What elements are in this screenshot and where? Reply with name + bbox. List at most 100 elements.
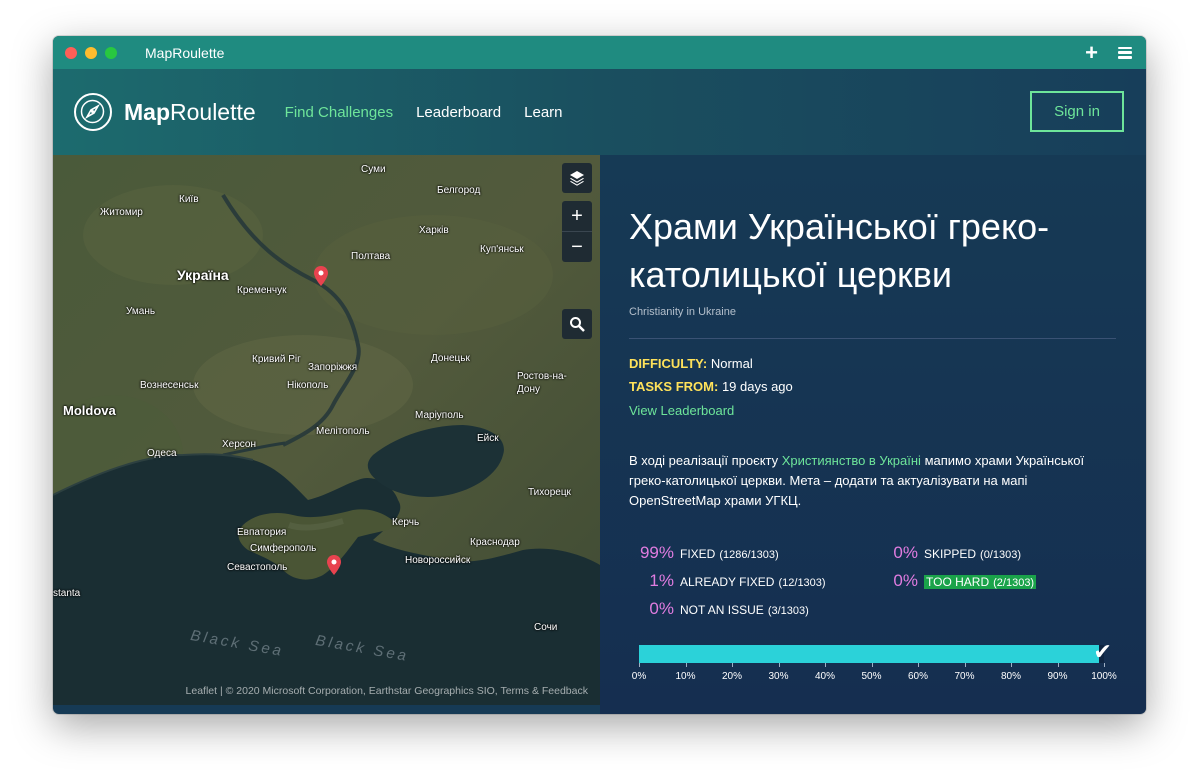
progress-tick xyxy=(1011,663,1012,667)
progress-tick-label: 60% xyxy=(907,671,929,682)
map-label: Сочи xyxy=(534,622,558,633)
brand-logo[interactable]: MapRoulette xyxy=(74,93,256,131)
progress-tick-label: 70% xyxy=(954,671,975,682)
map-label: Кременчук xyxy=(237,285,287,296)
map-label: Суми xyxy=(361,164,386,175)
challenge-title: Храми Української греко-католицької церк… xyxy=(629,206,1050,295)
close-window-button[interactable] xyxy=(65,46,77,59)
difficulty-label: DIFFICULTY: xyxy=(629,356,708,371)
map-label: Нікополь xyxy=(287,380,329,391)
map-label: Евпатория xyxy=(237,527,287,538)
progress-tick-label: 40% xyxy=(814,671,836,682)
progress-tick xyxy=(1104,663,1105,667)
main-nav: Find Challenges Leaderboard Learn xyxy=(285,104,563,121)
stat-already-fixed: 1% ALREADY FIXED (12/1303) xyxy=(649,571,826,590)
map-label: Ейск xyxy=(477,433,499,444)
map-label: Одеса xyxy=(147,448,177,459)
zoom-out-button[interactable]: − xyxy=(562,231,592,262)
map-label: Вознесенськ xyxy=(140,380,199,391)
map-label: Херсон xyxy=(222,439,256,450)
map-label: Симферополь xyxy=(250,543,317,554)
parent-project-name[interactable]: Christianity in Ukraine xyxy=(629,306,736,318)
minimize-window-button[interactable] xyxy=(85,46,97,59)
map-label: Умань xyxy=(126,306,156,317)
map-label: Харків xyxy=(419,225,449,236)
search-icon[interactable] xyxy=(562,309,592,339)
project-link[interactable]: Християнство в Україні xyxy=(782,453,921,468)
progress-tick-label: 10% xyxy=(675,671,696,682)
progress-tick-label: 20% xyxy=(721,671,743,682)
tasks-from-label: TASKS FROM: xyxy=(629,379,719,394)
progress-tick-label: 50% xyxy=(861,671,882,682)
app-window: MapRoulette + MapRoulette Find Challenge… xyxy=(53,36,1146,714)
progress-tick xyxy=(1057,663,1059,667)
map-label: Кривий Ріг xyxy=(252,354,301,365)
map-label: Донецьк xyxy=(431,353,470,364)
task-marker-icon[interactable] xyxy=(327,555,341,575)
progress-tick xyxy=(639,663,640,667)
progress-tick xyxy=(964,663,966,667)
map-label: Полтава xyxy=(351,251,391,262)
progress-tick xyxy=(778,663,780,667)
layers-icon[interactable] xyxy=(562,163,592,193)
window-controls xyxy=(65,46,117,59)
stat-not-an-issue: 0% NOT AN ISSUE (3/1303) xyxy=(649,599,809,618)
stat-fixed: 99% FIXED (1286/1303) xyxy=(639,543,779,562)
difficulty-row: DIFFICULTY: Normal xyxy=(629,356,753,371)
zoom-window-button[interactable] xyxy=(105,46,117,59)
window-title: MapRoulette xyxy=(145,44,225,61)
new-tab-plus-icon[interactable]: + xyxy=(1085,41,1098,64)
progress-track: ✔ xyxy=(639,639,1112,664)
map-label: Севастополь xyxy=(227,562,288,573)
progress-fill xyxy=(639,645,1100,663)
map-attribution[interactable]: Leaflet | © 2020 Microsoft Corporation, … xyxy=(186,685,588,697)
checkmark-icon: ✔ xyxy=(1093,639,1112,664)
map-label: Краснодар xyxy=(470,537,520,548)
nav-find-challenges[interactable]: Find Challenges xyxy=(285,104,393,121)
sign-in-button[interactable]: Sign in xyxy=(1030,91,1124,132)
compass-logo-icon xyxy=(74,93,112,131)
divider xyxy=(629,338,1116,339)
zoom-in-button[interactable]: + xyxy=(562,201,592,231)
map-label: Київ xyxy=(179,194,199,205)
map-label: Белгород xyxy=(437,185,481,196)
map-label: stanta xyxy=(53,588,81,599)
progress-tick xyxy=(732,663,733,667)
view-leaderboard-link[interactable]: View Leaderboard xyxy=(629,403,734,418)
map-label: Новороссийск xyxy=(405,555,471,566)
progress-tick-label: 30% xyxy=(768,671,789,682)
map-label: Житомир xyxy=(100,207,143,218)
map-label: Керчь xyxy=(392,517,420,528)
stat-too-hard: 0% TOO HARD (2/1303) xyxy=(893,571,1037,590)
nav-learn[interactable]: Learn xyxy=(524,104,562,121)
progress-tick-label: 90% xyxy=(1047,671,1068,682)
challenge-description: В ході реалізації проєкту Християнство в… xyxy=(629,453,1085,508)
progress-tick-label: 80% xyxy=(1000,671,1022,682)
map-label: Куп'янськ xyxy=(480,244,524,255)
nav-leaderboard[interactable]: Leaderboard xyxy=(416,104,501,121)
completion-progress: ✔ 0% 10% 20% 30% 40% 50% 60% 70% 80% 90% 100% xyxy=(632,639,1117,683)
challenge-info-panel: Храми Української греко-католицької церк… xyxy=(600,155,1146,714)
hamburger-menu-icon[interactable] xyxy=(1118,46,1132,59)
challenge-map[interactable]: Суми Київ Житомир Белгород Харків Україн… xyxy=(53,155,600,705)
tasks-from-value: 19 days ago xyxy=(721,379,793,394)
map-label: Тихорецк xyxy=(528,487,571,498)
map-label-country: Moldova xyxy=(63,403,116,418)
tasks-from-row: TASKS FROM: 19 days ago xyxy=(629,379,793,394)
progress-tick xyxy=(918,663,919,667)
brand-name: MapRoulette xyxy=(124,98,256,125)
top-navbar: MapRoulette Find Challenges Leaderboard … xyxy=(53,69,1146,155)
difficulty-value: Normal xyxy=(710,356,753,371)
progress-tick xyxy=(871,663,873,667)
map-label: Ростов-на-Дону xyxy=(517,371,567,395)
progress-tick-label: 0% xyxy=(631,671,647,682)
title-bar: MapRoulette + xyxy=(53,36,1146,69)
progress-axis: 0% 10% 20% 30% 40% 50% 60% 70% 80% 90% 100% xyxy=(632,663,1117,683)
map-label: Маріуполь xyxy=(415,410,464,421)
task-marker-icon[interactable] xyxy=(314,266,328,286)
map-label-country: Україна xyxy=(177,267,229,283)
zoom-control: + − xyxy=(562,201,592,262)
map-label: Запоріжжя xyxy=(308,362,358,373)
map-label: Мелітополь xyxy=(316,426,370,437)
progress-tick-label: 100% xyxy=(1091,671,1117,682)
